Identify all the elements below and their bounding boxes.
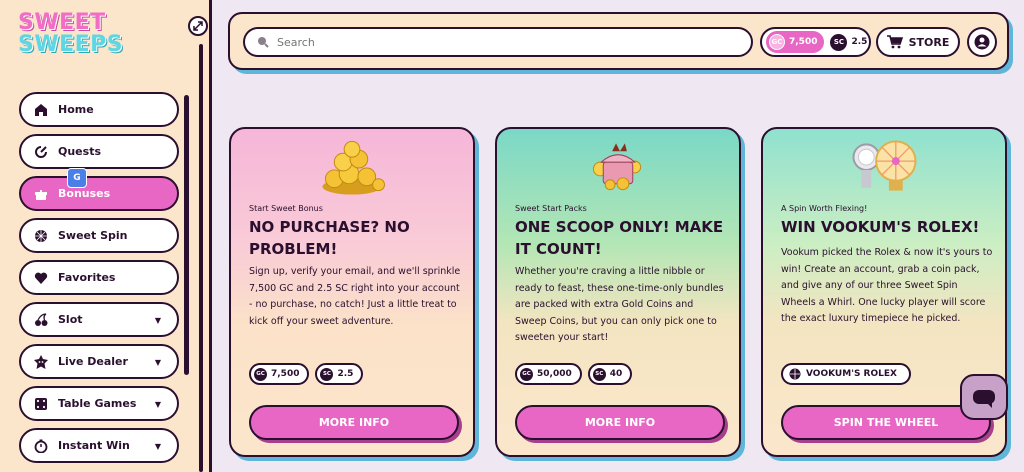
sidebar-item-label: Table Games xyxy=(58,397,137,410)
card-body: Whether you're craving a little nibble o… xyxy=(515,266,724,343)
sidebar-nav: Home Quests Bonuses Sweet Spin Favorites xyxy=(19,92,179,470)
sidebar-item-label: Favorites xyxy=(58,271,116,284)
card-kicker: A Spin Worth Flexing! xyxy=(781,204,868,213)
reward-sc-pill: SC 40 xyxy=(587,363,633,385)
top-bar: GC 7,500 SC 2.5 STORE xyxy=(228,12,1009,70)
sweep-coin-icon: SC xyxy=(592,367,606,381)
reward-amount: 50,000 xyxy=(537,369,572,379)
chevron-down-icon[interactable]: ▼ xyxy=(155,316,161,325)
promo-card-start-packs: Sweet Start Packs ONE SCOOP ONLY! MAKE I… xyxy=(495,127,741,457)
brand-logo[interactable]: SWEET SWEEPS xyxy=(18,12,123,56)
gift-icon xyxy=(33,186,49,202)
card-title: ONE SCOOP ONLY! MAKE IT COUNT! xyxy=(515,218,724,258)
gold-coins-pile-image xyxy=(322,140,385,195)
promo-card-no-purchase: Start Sweet Bonus NO PURCHASE? NO PROBLE… xyxy=(229,127,475,457)
reward-amount: 7,500 xyxy=(271,369,300,379)
card-body: Sign up, verify your email, and we'll sp… xyxy=(249,266,461,327)
sidebar-item-label: Bonuses xyxy=(58,187,111,200)
search-icon xyxy=(258,37,269,48)
reward-amount: 40 xyxy=(609,369,623,379)
store-button[interactable]: STORE xyxy=(876,27,960,57)
gold-coin-amount: 7,500 xyxy=(789,37,818,47)
cherry-icon xyxy=(33,312,49,328)
sidebar-item-sweet-spin[interactable]: Sweet Spin xyxy=(19,218,179,253)
expand-arrows-icon xyxy=(193,21,203,31)
spin-the-wheel-button[interactable]: SPIN THE WHEEL xyxy=(781,405,991,440)
sidebar-item-slot[interactable]: Slot ▼ xyxy=(19,302,179,337)
sweep-coin-amount: 2.5 xyxy=(851,37,868,47)
coin-balance[interactable]: GC 7,500 SC 2.5 xyxy=(760,27,871,57)
spin-icon xyxy=(789,368,801,380)
brand-logo-line1: SWEET xyxy=(18,10,106,35)
rolex-wheel-image xyxy=(852,140,917,191)
reward-gc-pill: GC 50,000 xyxy=(515,363,582,385)
chevron-down-icon[interactable]: ▼ xyxy=(155,358,161,367)
chevron-down-icon[interactable]: ▼ xyxy=(155,442,161,451)
card-title: NO PURCHASE? NO PROBLEM! xyxy=(249,218,410,258)
store-label: STORE xyxy=(908,35,950,49)
search-box[interactable] xyxy=(243,27,753,57)
reward-amount: 2.5 xyxy=(337,369,354,379)
gold-coin-icon: GC xyxy=(769,34,785,50)
gold-coin-icon: GC xyxy=(254,367,267,381)
more-info-button[interactable]: MORE INFO xyxy=(515,405,725,440)
profile-button[interactable] xyxy=(967,27,997,57)
brand-logo-line2: SWEEPS xyxy=(18,32,124,57)
sidebar-scrollbar-track[interactable] xyxy=(199,44,203,472)
reward-pills: GC 50,000 SC 40 xyxy=(515,363,633,385)
heart-icon xyxy=(33,270,49,286)
sidebar-item-home[interactable]: Home xyxy=(19,92,179,127)
sidebar-item-quests[interactable]: Quests xyxy=(19,134,179,169)
sweep-coin-balance[interactable]: SC 2.5 xyxy=(830,33,868,51)
sidebar-scrollbar-thumb[interactable] xyxy=(184,95,189,375)
user-icon xyxy=(974,34,990,50)
more-info-button[interactable]: MORE INFO xyxy=(249,405,459,440)
quests-icon xyxy=(33,144,49,160)
sidebar-item-favorites[interactable]: Favorites xyxy=(19,260,179,295)
card-title: WIN VOOKUM'S ROLEX! xyxy=(781,218,980,236)
card-body: Vookum picked the Rolex & now it's yours… xyxy=(781,247,993,324)
sidebar-item-live-dealer[interactable]: Live Dealer ▼ xyxy=(19,344,179,379)
sidebar-item-label: Quests xyxy=(58,145,101,158)
sidebar-item-bonuses[interactable]: Bonuses xyxy=(19,176,179,211)
dice-icon xyxy=(33,396,49,412)
spin-icon xyxy=(33,228,49,244)
gold-coin-balance[interactable]: GC 7,500 xyxy=(766,31,825,53)
sidebar-item-label: Instant Win xyxy=(58,439,130,452)
sweep-coin-icon: SC xyxy=(830,33,848,51)
search-input[interactable] xyxy=(277,35,717,49)
sidebar-item-label: Home xyxy=(58,103,94,116)
sidebar: SWEET SWEEPS Home Quests Bonuses Sweet S… xyxy=(0,0,212,472)
gold-coin-icon: GC xyxy=(520,367,533,381)
stopwatch-icon xyxy=(33,438,49,454)
home-icon xyxy=(33,102,49,118)
reward-pills: GC 7,500 SC 2.5 xyxy=(249,363,364,385)
reward-sc-pill: SC 2.5 xyxy=(315,363,364,385)
reward-gc-pill: GC 7,500 xyxy=(249,363,310,385)
card-kicker: Sweet Start Packs xyxy=(515,204,587,213)
sweep-coin-icon: SC xyxy=(320,367,334,381)
dealer-icon xyxy=(33,354,49,370)
card-kicker: Start Sweet Bonus xyxy=(249,204,323,213)
translate-icon[interactable]: G xyxy=(67,168,87,188)
sidebar-item-table-games[interactable]: Table Games ▼ xyxy=(19,386,179,421)
collapse-sidebar-button[interactable] xyxy=(188,16,208,36)
reward-rolex-pill: VOOKUM'S ROLEX xyxy=(781,363,911,385)
chevron-down-icon[interactable]: ▼ xyxy=(155,400,161,409)
sidebar-item-label: Live Dealer xyxy=(58,355,128,368)
reward-pills: VOOKUM'S ROLEX xyxy=(781,363,911,385)
live-chat-button[interactable] xyxy=(960,374,1008,420)
treasure-chest-image xyxy=(592,143,642,191)
sidebar-item-label: Sweet Spin xyxy=(58,229,128,242)
chat-bubble-icon xyxy=(973,390,995,408)
reward-label: VOOKUM'S ROLEX xyxy=(806,369,897,379)
cart-icon xyxy=(886,35,903,49)
sidebar-item-label: Slot xyxy=(58,313,83,326)
sidebar-item-instant-win[interactable]: Instant Win ▼ xyxy=(19,428,179,463)
